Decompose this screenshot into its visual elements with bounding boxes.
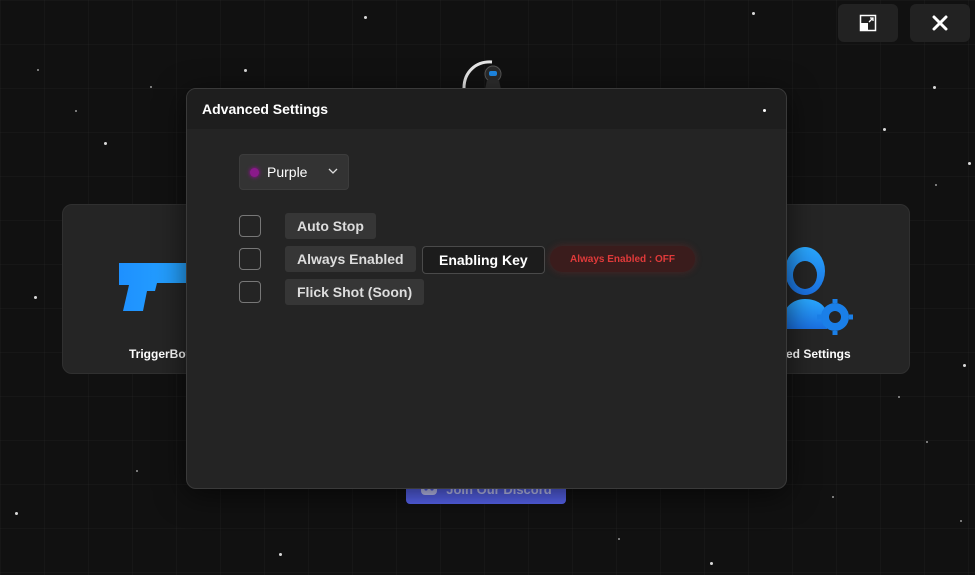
dialog-header: Advanced Settings [187,89,786,129]
star [364,16,367,19]
color-select-value: Purple [267,164,308,180]
dialog-menu-dot[interactable] [763,109,766,112]
star [926,441,928,443]
star [933,86,936,89]
star [150,86,152,88]
dialog-title: Advanced Settings [202,101,329,117]
star [883,128,886,131]
star [832,496,834,498]
star [710,562,713,565]
star [960,520,962,522]
star [37,69,39,71]
star [136,470,138,472]
restore-window-button[interactable] [838,4,898,42]
star [279,553,282,556]
auto-stop-checkbox[interactable] [239,215,261,237]
triggerbot-label: TriggerBot [129,347,190,361]
star [752,12,755,15]
close-button[interactable] [910,4,970,42]
always-enabled-checkbox[interactable] [239,248,261,270]
star [244,69,247,72]
flick-shot-label[interactable]: Flick Shot (Soon) [285,279,425,305]
chevron-down-icon [328,168,338,174]
always-enabled-status-badge: Always Enabled : OFF [550,246,696,272]
close-icon [932,15,948,31]
star [15,512,18,515]
enabling-key-button[interactable]: Enabling Key [422,246,545,274]
star [963,364,966,367]
star [618,538,620,540]
always-enabled-row: Always Enabled [239,246,416,272]
star [104,142,107,145]
star [898,396,900,398]
restore-window-icon [859,14,877,32]
user-settings-icon [781,247,853,335]
auto-stop-label[interactable]: Auto Stop [285,213,376,239]
color-select[interactable]: Purple [239,154,349,190]
auto-stop-row: Auto Stop [239,213,376,239]
color-swatch [250,167,259,177]
always-enabled-label[interactable]: Always Enabled [285,246,416,272]
star [34,296,37,299]
star [75,110,77,112]
star [935,184,937,186]
flick-shot-row: Flick Shot (Soon) [239,279,425,305]
flick-shot-checkbox[interactable] [239,281,261,303]
advanced-settings-dialog: Advanced Settings Purple Auto Stop Alway… [186,88,787,489]
star [968,162,971,165]
